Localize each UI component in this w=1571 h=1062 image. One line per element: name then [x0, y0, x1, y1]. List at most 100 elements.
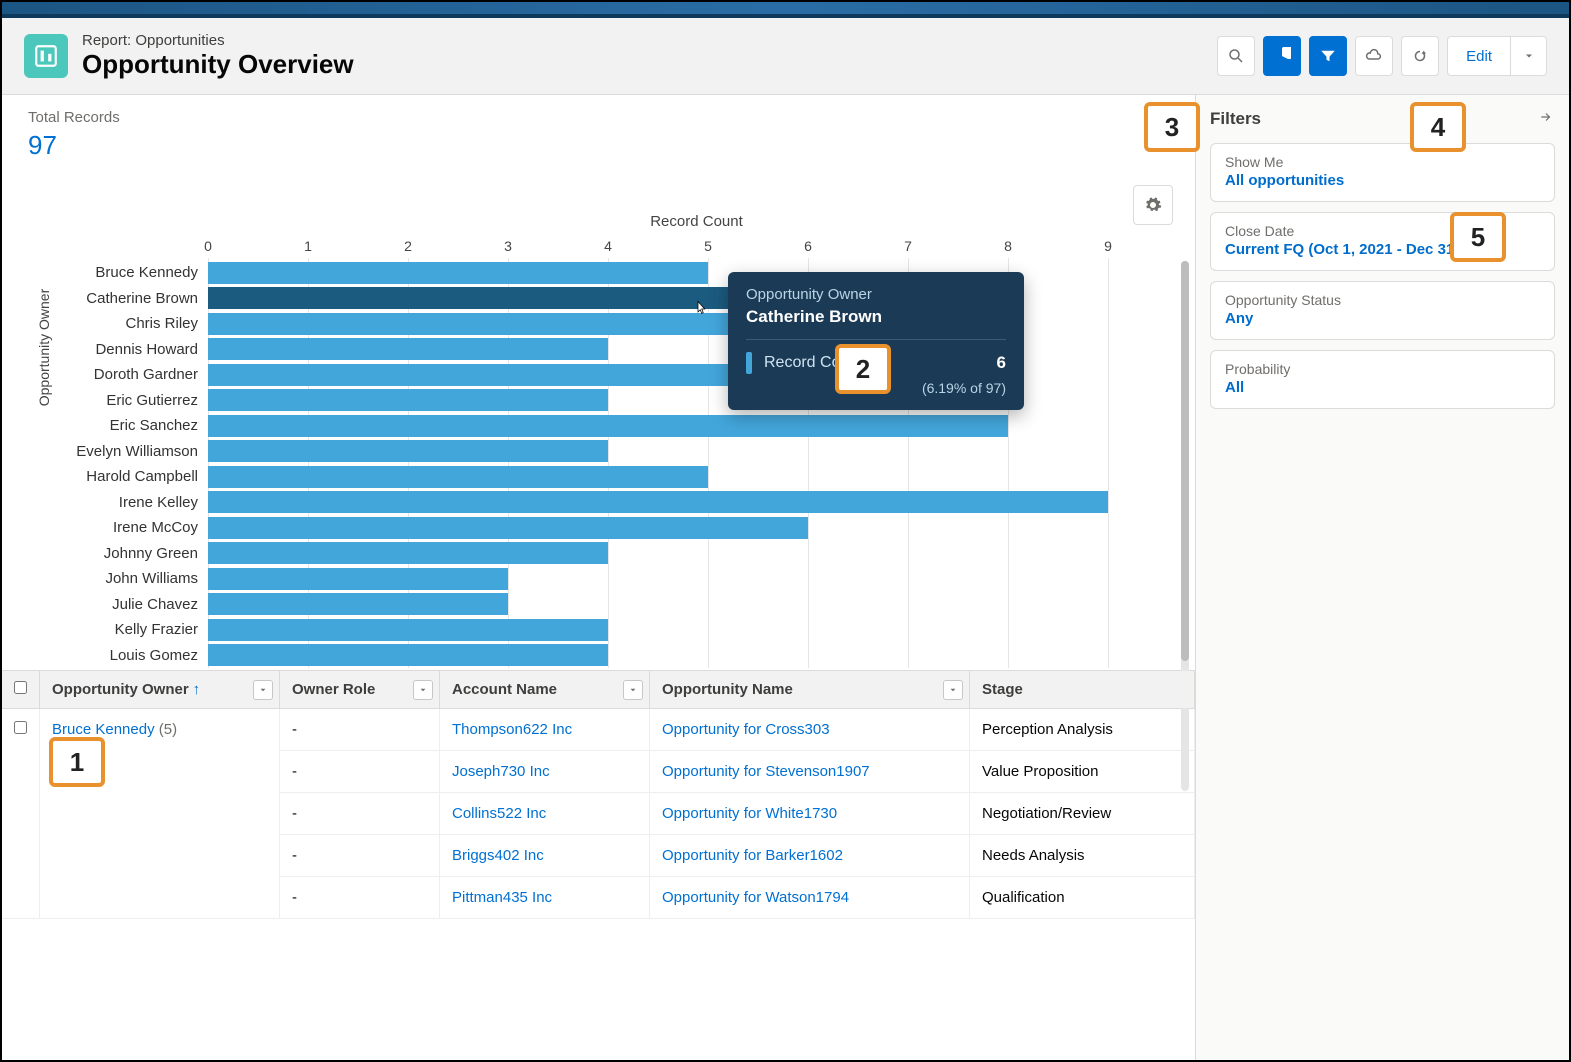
col-menu[interactable] — [413, 680, 433, 700]
cell-account[interactable]: Pittman435 Inc — [440, 877, 650, 919]
toggle-chart-button[interactable] — [1263, 36, 1301, 76]
filter-label: Opportunity Status — [1225, 292, 1540, 308]
tooltip-color-chip — [746, 352, 752, 374]
col-stage[interactable]: Stage — [970, 671, 1195, 709]
chart-area: Record Count 0123456789 Opportunity Owne… — [2, 179, 1195, 670]
col-account-name[interactable]: Account Name — [440, 671, 650, 709]
bar[interactable] — [208, 593, 508, 615]
col-opportunity-name[interactable]: Opportunity Name — [650, 671, 970, 709]
cell-stage: Qualification — [970, 877, 1195, 919]
total-records: Total Records 97 — [2, 95, 1195, 179]
bar-label: Irene McCoy — [44, 519, 208, 536]
refresh-button[interactable] — [1401, 36, 1439, 76]
search-button[interactable] — [1217, 36, 1255, 76]
cell-opportunity[interactable]: Opportunity for Barker1602 — [650, 835, 970, 877]
callout-5: 5 — [1450, 212, 1506, 262]
filter-label: Show Me — [1225, 154, 1540, 170]
col-menu[interactable] — [253, 680, 273, 700]
cell-opportunity[interactable]: Opportunity for Watson1794 — [650, 877, 970, 919]
caret-down-icon — [1523, 50, 1535, 62]
chart-settings-button[interactable] — [1133, 185, 1173, 225]
table-row: Bruce Kennedy (5)-Thompson622 IncOpportu… — [2, 709, 1195, 751]
filters-title: Filters — [1210, 109, 1555, 129]
bar[interactable] — [208, 262, 708, 284]
x-tick: 8 — [1004, 238, 1012, 254]
col-menu[interactable] — [623, 680, 643, 700]
pie-chart-icon — [1273, 47, 1291, 65]
bar[interactable] — [208, 568, 508, 590]
callout-2: 2 — [835, 344, 891, 394]
filter-value: Any — [1225, 310, 1540, 327]
total-records-value: 97 — [28, 130, 1169, 161]
collapse-filters-button[interactable] — [1537, 109, 1555, 129]
collaborate-button[interactable] — [1355, 36, 1393, 76]
cell-owner-role: - — [280, 835, 440, 877]
row-checkbox[interactable] — [2, 709, 40, 919]
cell-owner-role: - — [280, 877, 440, 919]
cell-account[interactable]: Thompson622 Inc — [440, 709, 650, 751]
bar[interactable] — [208, 491, 1108, 513]
bar[interactable] — [208, 287, 808, 309]
cell-stage: Needs Analysis — [970, 835, 1195, 877]
x-tick: 6 — [804, 238, 812, 254]
cell-opportunity[interactable]: Opportunity for Stevenson1907 — [650, 751, 970, 793]
callout-3: 3 — [1144, 102, 1200, 152]
arrow-right-icon — [1537, 110, 1555, 124]
report-icon — [24, 34, 68, 78]
cell-account[interactable]: Briggs402 Inc — [440, 835, 650, 877]
bar[interactable] — [208, 466, 708, 488]
filter-value: All — [1225, 379, 1540, 396]
bar[interactable] — [208, 338, 608, 360]
header-actions: Edit — [1217, 36, 1547, 76]
bar-label: Bruce Kennedy — [44, 264, 208, 281]
cell-stage: Value Proposition — [970, 751, 1195, 793]
bar-row[interactable]: Evelyn Williamson — [44, 439, 1185, 465]
col-opportunity-owner[interactable]: Opportunity Owner↑ — [40, 671, 280, 709]
bar[interactable] — [208, 619, 608, 641]
toggle-filters-button[interactable] — [1309, 36, 1347, 76]
report-table: Opportunity Owner↑ Owner Role Account Na… — [2, 670, 1195, 1062]
bar-label: John Williams — [44, 570, 208, 587]
x-tick: 1 — [304, 238, 312, 254]
col-menu[interactable] — [943, 680, 963, 700]
edit-dropdown[interactable] — [1511, 36, 1547, 76]
bar-row[interactable]: Harold Campbell — [44, 464, 1185, 490]
edit-button[interactable]: Edit — [1447, 36, 1511, 76]
col-owner-role[interactable]: Owner Role — [280, 671, 440, 709]
bar-row[interactable]: Johnny Green — [44, 541, 1185, 567]
page-header: Report: Opportunities Opportunity Overvi… — [2, 18, 1569, 95]
topbar-strip — [2, 2, 1569, 18]
cell-opportunity[interactable]: Opportunity for White1730 — [650, 793, 970, 835]
refresh-icon — [1411, 47, 1429, 65]
filter-card[interactable]: ProbabilityAll — [1210, 350, 1555, 409]
cell-account[interactable]: Joseph730 Inc — [440, 751, 650, 793]
bar-row[interactable]: Kelly Frazier — [44, 617, 1185, 643]
bar-row[interactable]: Eric Sanchez — [44, 413, 1185, 439]
bar-label: Doroth Gardner — [44, 366, 208, 383]
bar[interactable] — [208, 542, 608, 564]
bar[interactable] — [208, 389, 608, 411]
cell-opportunity[interactable]: Opportunity for Cross303 — [650, 709, 970, 751]
select-all-checkbox[interactable] — [2, 671, 40, 709]
bar-label: Evelyn Williamson — [44, 443, 208, 460]
bar-label: Johnny Green — [44, 545, 208, 562]
bar-row[interactable]: Irene McCoy — [44, 515, 1185, 541]
bar-row[interactable]: Julie Chavez — [44, 592, 1185, 618]
page-eyebrow: Report: Opportunities — [82, 32, 1217, 49]
cell-account[interactable]: Collins522 Inc — [440, 793, 650, 835]
bar-row[interactable]: Irene Kelley — [44, 490, 1185, 516]
cell-stage: Perception Analysis — [970, 709, 1195, 751]
x-tick: 5 — [704, 238, 712, 254]
callout-4: 4 — [1410, 102, 1466, 152]
bar[interactable] — [208, 440, 608, 462]
table-header-row: Opportunity Owner↑ Owner Role Account Na… — [2, 671, 1195, 709]
bar-row[interactable]: John Williams — [44, 566, 1185, 592]
chart-x-axis: 0123456789 — [208, 238, 1185, 260]
cloud-icon — [1365, 47, 1383, 65]
filter-card[interactable]: Show MeAll opportunities — [1210, 143, 1555, 202]
bar[interactable] — [208, 644, 608, 666]
filter-card[interactable]: Opportunity Status Any — [1210, 281, 1555, 340]
bar[interactable] — [208, 415, 1008, 437]
bar-row[interactable]: Louis Gomez — [44, 643, 1185, 669]
bar[interactable] — [208, 517, 808, 539]
